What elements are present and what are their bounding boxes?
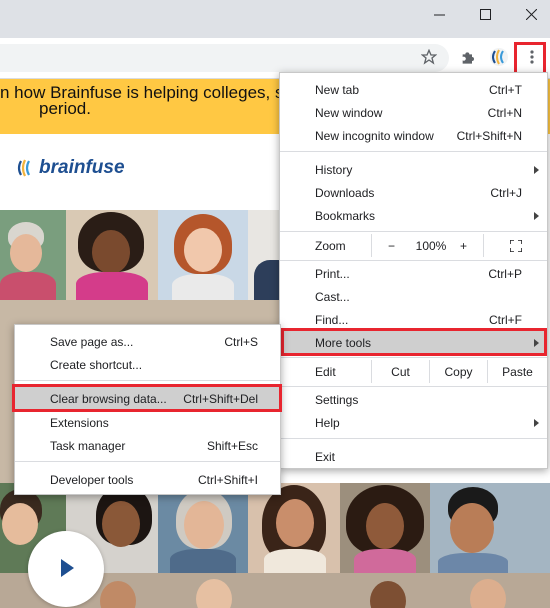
menu-item-label: Exit <box>315 449 336 464</box>
menu-item-shortcut: Ctrl+P <box>488 266 522 281</box>
minimize-icon-glyph <box>433 14 445 15</box>
submenu-arrow-icon <box>534 165 539 174</box>
menu-item-shortcut: Ctrl+T <box>489 82 522 97</box>
menu-button-highlight <box>514 42 546 76</box>
menu-item-label: Find... <box>315 312 349 327</box>
menu-item-label: Bookmarks <box>315 208 376 223</box>
puzzle-icon-glyph <box>462 52 474 64</box>
menu-item-exit[interactable]: Exit <box>280 445 547 468</box>
menu-separator <box>280 357 547 358</box>
menu-item-label: Edit <box>315 364 336 379</box>
menu-item-shortcut: Ctrl+Shift+N <box>456 128 522 143</box>
fullscreen-icon <box>509 239 522 252</box>
menu-separator <box>280 260 547 261</box>
logo-text: brainfuse <box>39 157 125 178</box>
play-icon <box>61 559 74 577</box>
profile-avatar-glyph <box>490 48 508 66</box>
menu-item-developer-tools[interactable]: Developer tools Ctrl+Shift+I <box>15 468 280 491</box>
menu-item-label: New incognito window <box>315 128 434 143</box>
clear-browsing-data-highlight <box>12 384 282 412</box>
menu-item-history[interactable]: History <box>280 158 547 181</box>
student-photo <box>340 483 430 573</box>
menu-item-label: Create shortcut... <box>50 357 143 372</box>
zoom-in-button[interactable]: + <box>451 234 476 257</box>
paste-button[interactable]: Paste <box>487 360 547 383</box>
menu-item-save-page[interactable]: Save page as... Ctrl+S <box>15 330 280 353</box>
menu-item-label: Help <box>315 415 340 430</box>
banner-text-line2: period. <box>39 99 91 118</box>
star-icon[interactable] <box>418 46 440 68</box>
menu-item-label: Settings <box>315 392 359 407</box>
menu-separator <box>15 380 280 381</box>
play-video-button[interactable] <box>28 531 104 607</box>
submenu-arrow-icon <box>534 211 539 220</box>
fullscreen-button[interactable] <box>483 234 547 257</box>
menu-item-label: Extensions <box>50 415 109 430</box>
menu-item-label: Print... <box>315 266 350 281</box>
menu-separator <box>15 461 280 462</box>
student-photo <box>158 210 248 300</box>
menu-item-label: Downloads <box>315 185 375 200</box>
student-photo <box>158 483 248 573</box>
menu-item-cast[interactable]: Cast... <box>280 285 547 308</box>
menu-item-label: Task manager <box>50 438 126 453</box>
brainfuse-logo[interactable]: brainfuse <box>16 157 125 179</box>
window-title-bar <box>0 0 550 38</box>
menu-item-settings[interactable]: Settings <box>280 388 547 411</box>
zoom-level: 100% <box>415 238 447 253</box>
menu-item-shortcut: Ctrl+J <box>490 185 522 200</box>
menu-item-bookmarks[interactable]: Bookmarks <box>280 204 547 227</box>
more-tools-highlight <box>281 328 547 356</box>
menu-item-create-shortcut[interactable]: Create shortcut... <box>15 353 280 376</box>
menu-separator <box>280 231 547 232</box>
menu-item-new-tab[interactable]: New tab Ctrl+T <box>280 78 547 101</box>
menu-separator <box>280 386 547 387</box>
menu-separator <box>280 151 547 152</box>
menu-item-shortcut: Ctrl+S <box>224 334 258 349</box>
menu-item-label: New tab <box>315 82 360 97</box>
menu-item-downloads[interactable]: Downloads Ctrl+J <box>280 181 547 204</box>
student-photo <box>0 210 66 300</box>
student-photo <box>248 210 280 300</box>
menu-item-label: Developer tools <box>50 472 134 487</box>
student-photo <box>430 483 550 573</box>
brainfuse-logo-icon <box>17 159 30 177</box>
menu-item-task-manager[interactable]: Task manager Shift+Esc <box>15 434 280 457</box>
puzzle-icon[interactable] <box>457 46 479 68</box>
menu-item-help[interactable]: Help <box>280 411 547 434</box>
submenu-arrow-icon <box>534 418 539 427</box>
menu-item-label: Save page as... <box>50 334 134 349</box>
minimize-icon[interactable] <box>416 0 462 28</box>
maximize-icon-glyph <box>479 8 491 20</box>
star-icon-glyph <box>421 49 437 65</box>
menu-item-shortcut: Ctrl+F <box>489 312 522 327</box>
student-photo <box>248 483 340 573</box>
menu-item-label: Zoom <box>315 238 346 253</box>
profile-avatar[interactable] <box>488 46 510 68</box>
close-icon-glyph <box>525 8 537 20</box>
menu-item-label: New window <box>315 105 383 120</box>
menu-item-extensions[interactable]: Extensions <box>15 411 280 434</box>
menu-item-print[interactable]: Print... Ctrl+P <box>280 262 547 285</box>
menu-item-shortcut: Ctrl+N <box>487 105 522 120</box>
maximize-icon[interactable] <box>462 0 508 28</box>
menu-separator <box>280 438 547 439</box>
zoom-out-button[interactable]: − <box>371 234 411 257</box>
copy-button[interactable]: Copy <box>429 360 487 383</box>
menu-item-new-incognito[interactable]: New incognito window Ctrl+Shift+N <box>280 124 547 147</box>
menu-item-label: History <box>315 162 353 177</box>
menu-item-shortcut: Shift+Esc <box>206 438 258 453</box>
menu-item-new-window[interactable]: New window Ctrl+N <box>280 101 547 124</box>
menu-item-shortcut: Ctrl+Shift+I <box>197 472 258 487</box>
student-photo <box>66 210 158 300</box>
menu-item-label: Cast... <box>315 289 350 304</box>
close-icon[interactable] <box>508 0 550 28</box>
address-bar[interactable] <box>0 44 449 72</box>
chrome-main-menu: New tab Ctrl+T New window Ctrl+N New inc… <box>279 72 548 469</box>
cut-button[interactable]: Cut <box>371 360 429 383</box>
